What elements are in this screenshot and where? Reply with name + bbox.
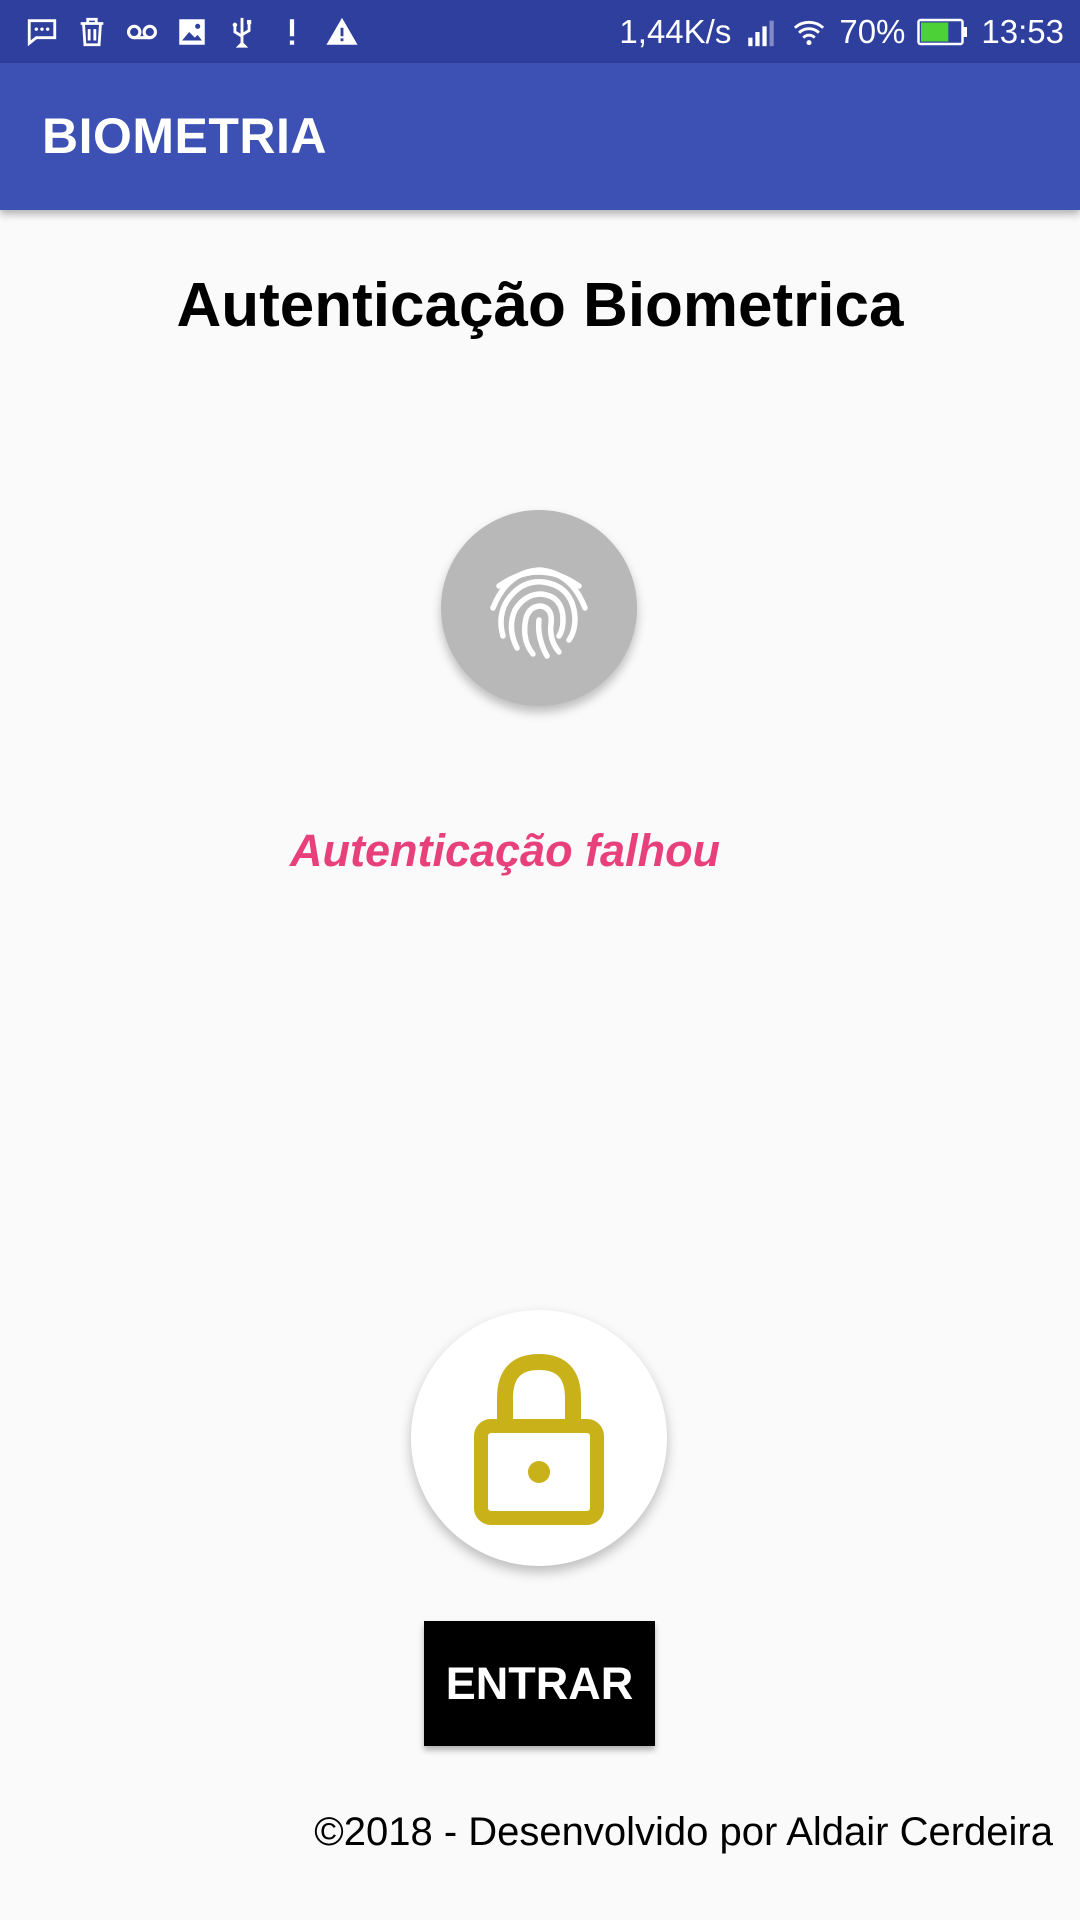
alert-icon <box>274 14 310 50</box>
auth-status-message: Autenticação falhou <box>290 825 721 876</box>
lock-icon <box>474 1353 604 1525</box>
signal-icon <box>743 14 779 50</box>
page-title: Autenticação Biometrica <box>176 271 904 340</box>
enter-button[interactable]: ENTRAR <box>424 1621 655 1746</box>
clock: 13:53 <box>981 12 1064 50</box>
notification-icons <box>24 0 360 63</box>
message-icon <box>24 14 60 50</box>
status-bar: 1,44K/s 70% 13:53 <box>0 0 1080 63</box>
app-bar: BIOMETRIA <box>0 63 1080 210</box>
footer-credits: ©2018 - Desenvolvido por Aldair Cerdeira <box>314 1810 1053 1854</box>
system-status: 1,44K/s 70% 13:53 <box>619 0 1064 63</box>
image-icon <box>174 14 210 50</box>
network-speed: 1,44K/s <box>619 12 732 50</box>
voicemail-icon <box>124 14 160 50</box>
fingerprint-icon <box>490 567 588 659</box>
usb-icon <box>224 14 260 50</box>
battery-icon <box>917 18 969 46</box>
warning-icon <box>324 14 360 50</box>
lock-button[interactable] <box>411 1310 667 1566</box>
battery-percent: 70% <box>839 12 906 50</box>
app-title: BIOMETRIA <box>42 108 328 164</box>
fingerprint-button[interactable] <box>441 510 637 706</box>
wifi-icon <box>791 14 827 50</box>
trash-icon <box>74 14 110 50</box>
